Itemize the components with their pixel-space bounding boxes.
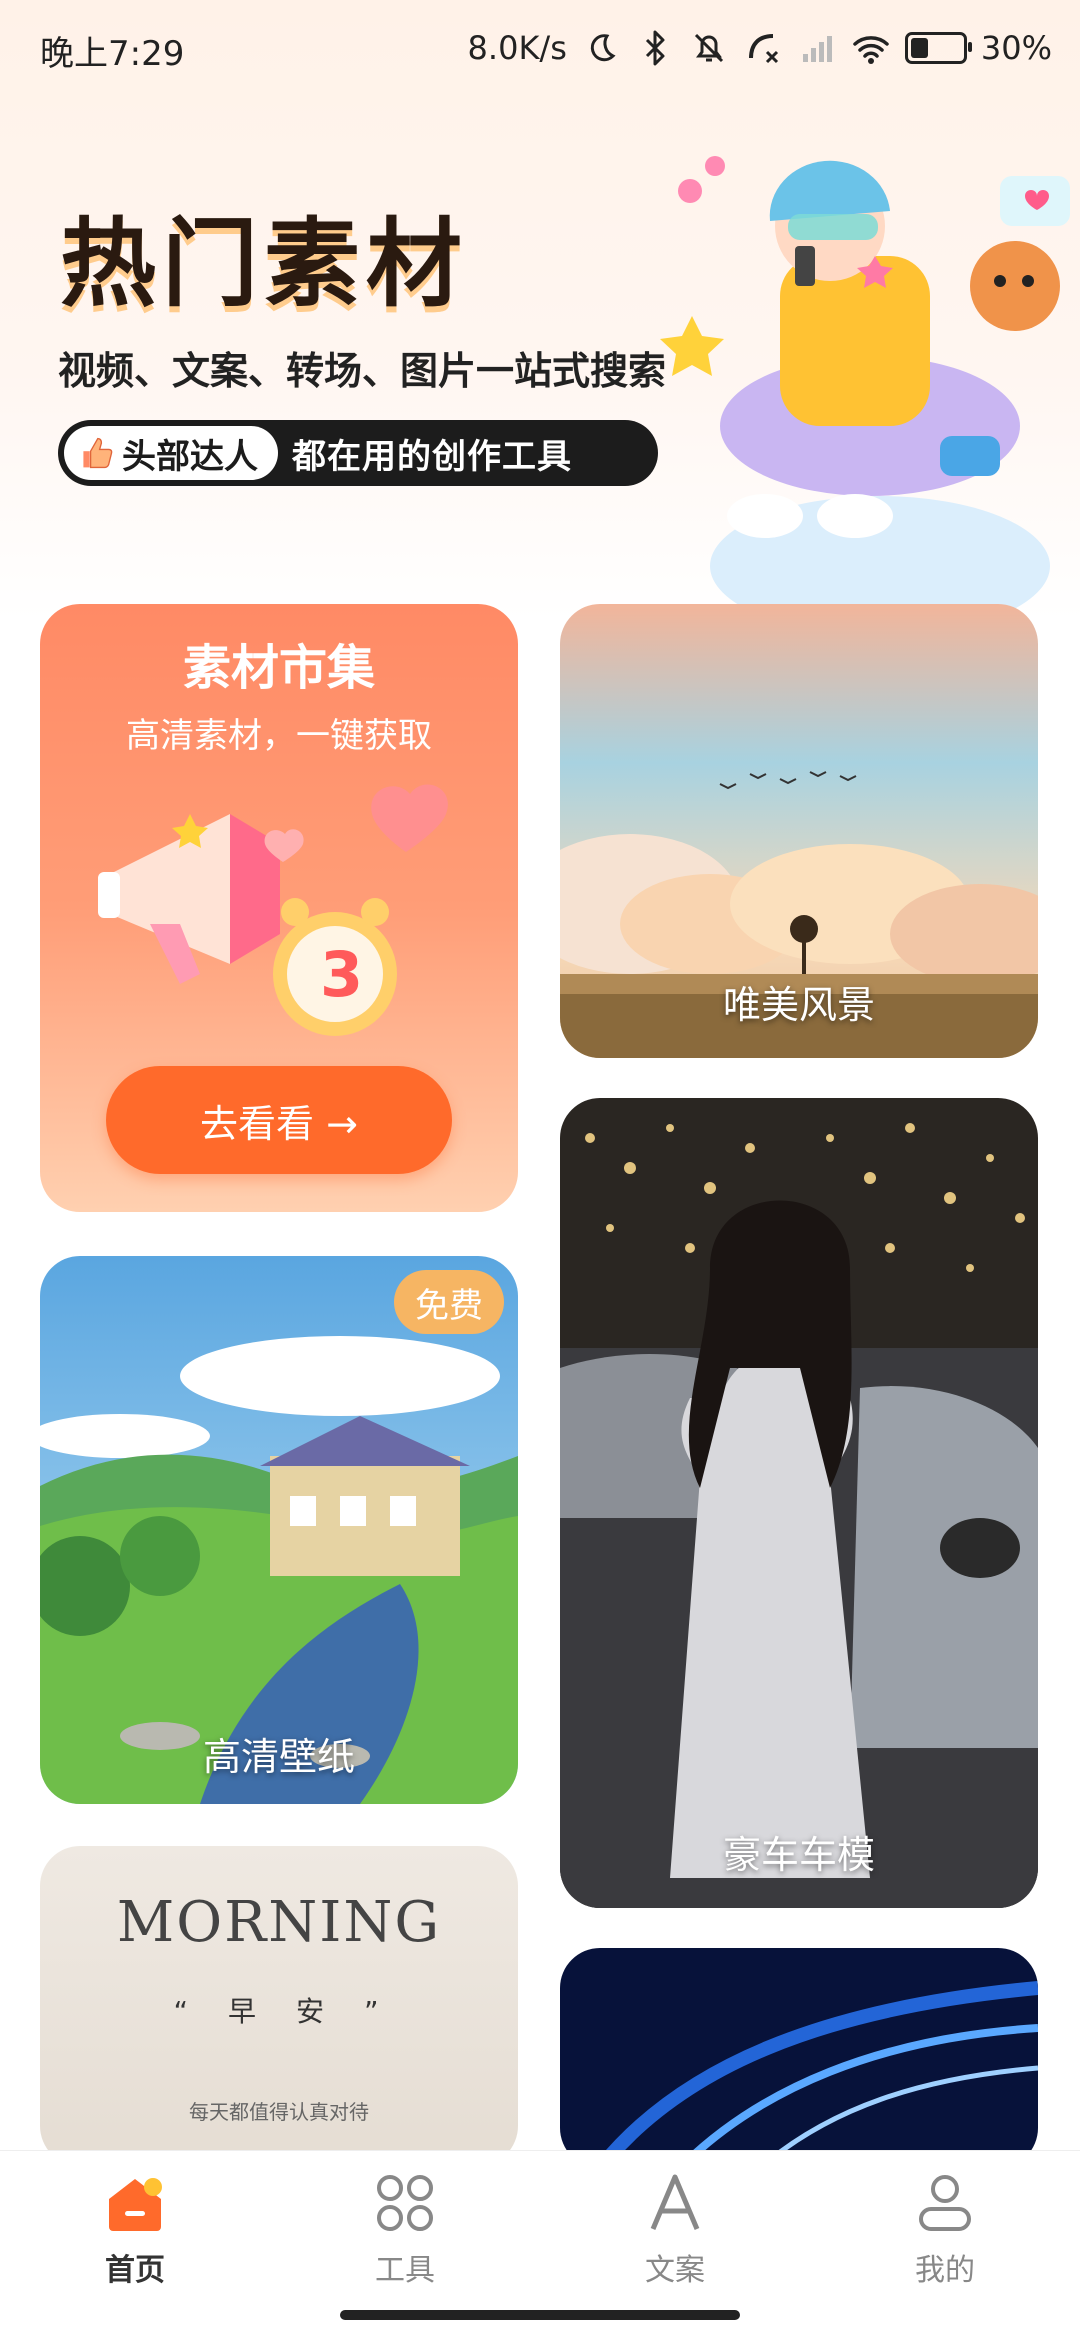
nav-item-copywriting[interactable]: 文案 <box>595 2169 755 2289</box>
hero-pill-badge-text: 头部达人 <box>122 436 258 477</box>
home-icon <box>109 2178 162 2231</box>
cellular-signal-icon <box>802 36 832 62</box>
thumbs-up-icon <box>83 437 113 469</box>
megaphone-clock-illustration: 3 <box>98 784 448 1036</box>
morning-card[interactable]: MORNING “ 早 安 ” 每天都值得认真对待 <box>40 1846 518 2166</box>
hero-pill: 头部达人 都在用的创作工具 <box>58 420 658 486</box>
car-model-card[interactable]: 豪车车模 <box>560 1098 1038 1908</box>
hero-pill-text: 都在用的创作工具 <box>292 436 572 477</box>
home-indicator[interactable] <box>340 2310 740 2320</box>
hero-pill-badge: 头部达人 <box>64 426 278 480</box>
profile-icon <box>919 2175 971 2231</box>
material-market-subtitle: 高清素材，一键获取 <box>126 716 432 756</box>
mute-bell-icon <box>694 33 723 63</box>
material-market-card[interactable]: 素材市集 高清素材，一键获取 3 去看看 → <box>40 604 518 1212</box>
network-speed: 8.0K/s <box>467 29 567 67</box>
nav-label-home: 首页 <box>105 2253 165 2288</box>
hero-character-illustration <box>660 156 1070 616</box>
nav-item-home[interactable]: 首页 <box>55 2169 215 2289</box>
go-see-button-label: 去看看 → <box>200 1101 358 1146</box>
free-badge: 免费 <box>394 1270 504 1334</box>
hero-title: 热门素材 <box>60 208 468 320</box>
scenery-card[interactable]: 唯美风景 <box>560 604 1038 1058</box>
status-time: 晚上7:29 <box>40 34 185 74</box>
morning-greeting: “ 早 安 ” <box>173 1995 385 2028</box>
wallpaper-image <box>40 1256 518 1804</box>
nav-label-copywriting: 文案 <box>645 2253 705 2288</box>
morning-caption: 每天都值得认真对待 <box>189 2100 369 2124</box>
wallpaper-label: 高清壁纸 <box>202 1735 355 1779</box>
nav-label-mine: 我的 <box>915 2253 975 2288</box>
grid-icon <box>377 2175 433 2231</box>
do-not-disturb-moon-icon <box>590 34 616 62</box>
nav-item-mine[interactable]: 我的 <box>865 2169 1025 2289</box>
nav-item-tools[interactable]: 工具 <box>325 2169 485 2289</box>
hero-subtitle: 视频、文案、转场、图片一站式搜索 <box>58 349 667 393</box>
blue-light-card[interactable] <box>560 1948 1038 2168</box>
nav-label-tools: 工具 <box>375 2253 435 2288</box>
status-icons: 8.0K/s 30% <box>468 24 1052 72</box>
wifi-icon <box>853 36 889 64</box>
car-model-label: 豪车车模 <box>722 1833 875 1877</box>
wallpaper-card[interactable]: 免费 高清壁纸 <box>40 1256 518 1804</box>
bluetooth-icon <box>645 30 665 66</box>
blue-light-image <box>560 1948 1038 2168</box>
status-bar: 晚上7:29 8.0K/s 30% <box>0 0 1080 96</box>
morning-word: MORNING <box>116 1890 442 1955</box>
go-see-button[interactable]: 去看看 → <box>106 1066 452 1174</box>
svg-text:3: 3 <box>320 938 363 1011</box>
letter-a-icon <box>650 2174 700 2230</box>
scenery-label: 唯美风景 <box>722 983 875 1027</box>
battery-percent: 30% <box>980 29 1052 67</box>
battery-icon <box>904 32 972 64</box>
car-model-image <box>560 1098 1038 1908</box>
call-forward-icon <box>748 34 778 64</box>
material-market-title: 素材市集 <box>182 640 375 696</box>
